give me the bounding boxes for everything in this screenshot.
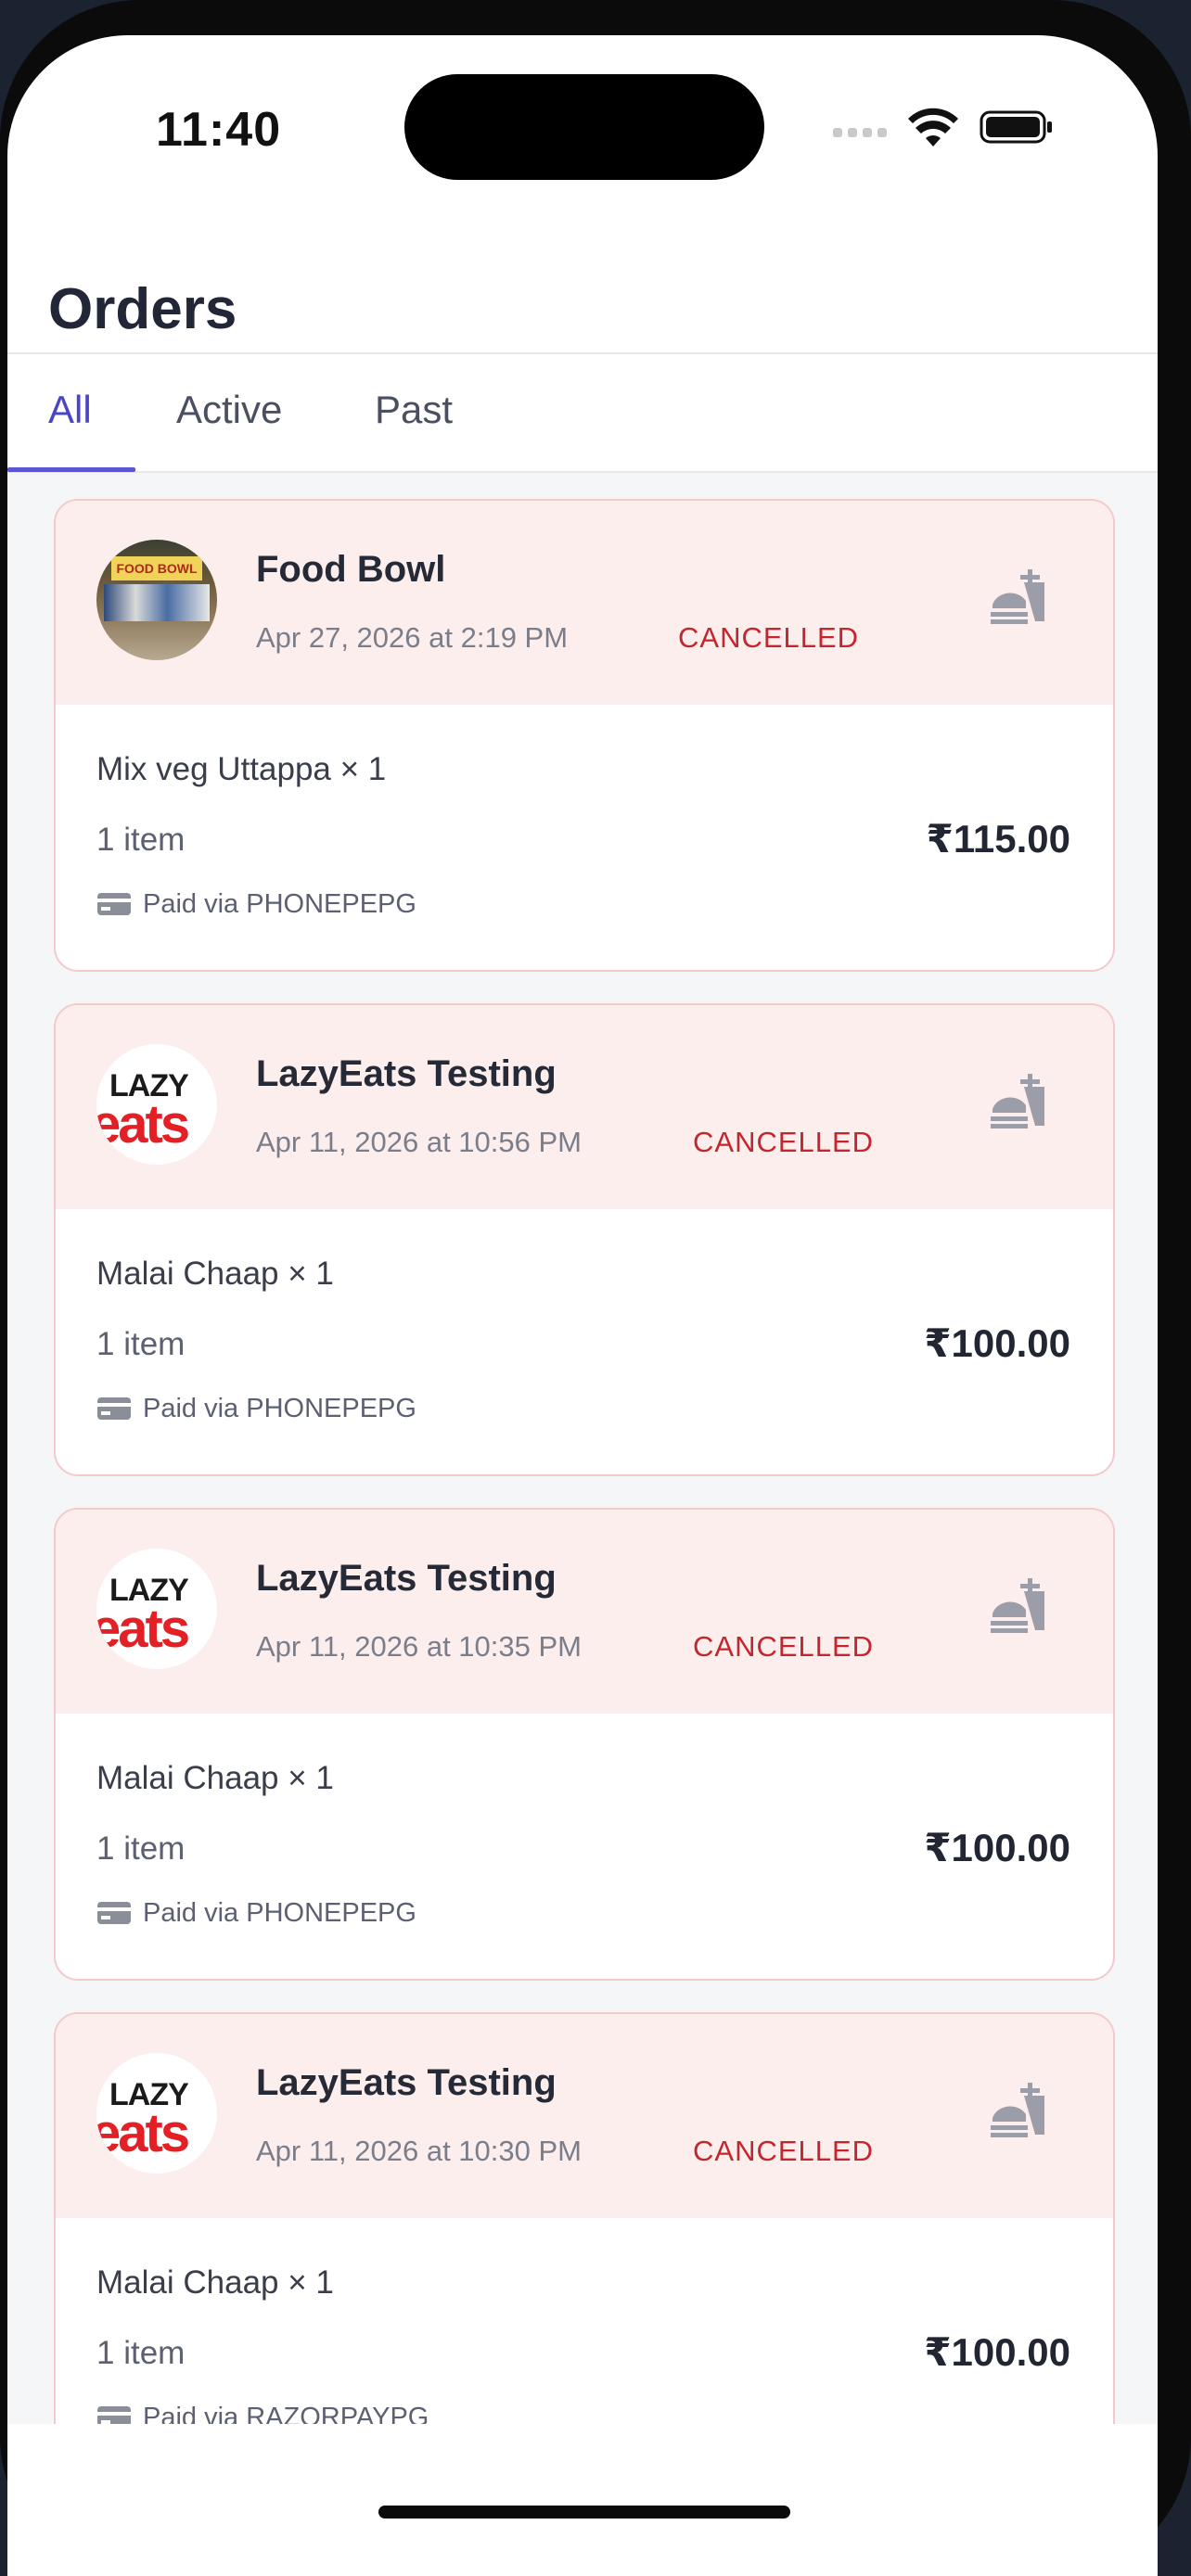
status-badge: CANCELLED [693,1126,875,1158]
order-item: Malai Chaap × 1 [96,1760,334,1796]
item-count: 1 item [96,2335,186,2371]
order-total: ₹100.00 [924,2330,1070,2374]
restaurant-logo: FOOD BOWL [96,540,217,660]
restaurant-logo: LAZY eats [96,2053,217,2174]
home-indicator[interactable] [378,2506,790,2519]
status-bar: 11:40 [7,35,1158,193]
tab-past[interactable]: Past [375,388,453,432]
serving-cloche-icon [991,1578,1044,1633]
order-date: Apr 11, 2026 at 10:35 PM [256,1630,582,1663]
restaurant-name: Food Bowl [256,549,446,590]
status-badge: CANCELLED [678,621,860,654]
status-badge: CANCELLED [693,2135,875,2167]
dynamic-island [404,74,764,180]
order-card-header: LAZY eats LazyEats Testing Apr 11, 2026 … [56,1510,1113,1714]
credit-card-icon [97,1397,131,1421]
payment-method: Paid via PHONEPEPG [96,1897,416,1929]
restaurant-name: LazyEats Testing [256,2062,557,2103]
page-header: Orders [7,193,1158,354]
order-card-header: LAZY eats LazyEats Testing Apr 11, 2026 … [56,1005,1113,1209]
tab-indicator [7,467,135,472]
order-item: Mix veg Uttappa × 1 [96,751,387,787]
order-date: Apr 27, 2026 at 2:19 PM [256,621,569,654]
tab-active[interactable]: Active [176,388,282,432]
order-card[interactable]: FOOD BOWL Food Bowl Apr 27, 2026 at 2:19… [54,499,1115,972]
order-card[interactable]: LAZY eats LazyEats Testing Apr 11, 2026 … [54,2012,1115,2459]
order-total: ₹100.00 [924,1826,1070,1869]
order-item: Malai Chaap × 1 [96,2264,334,2301]
order-card[interactable]: LAZY eats LazyEats Testing Apr 11, 2026 … [54,1003,1115,1476]
cellular-signal-icon [833,128,887,137]
order-date: Apr 11, 2026 at 10:30 PM [256,2135,582,2167]
restaurant-name: LazyEats Testing [256,1053,557,1094]
page-title: Orders [48,277,237,341]
item-count: 1 item [96,822,186,858]
serving-cloche-icon [991,2083,1044,2137]
payment-method: Paid via PHONEPEPG [96,888,416,920]
serving-cloche-icon [991,1074,1044,1129]
battery-icon [980,110,1052,144]
restaurant-logo: LAZY eats [96,1549,217,1669]
order-card[interactable]: LAZY eats LazyEats Testing Apr 11, 2026 … [54,1508,1115,1981]
app-screen: 11:40 Orders All Active Past FOOD BOWL F… [7,35,1158,2569]
restaurant-logo: LAZY eats [96,1044,217,1165]
order-total: ₹100.00 [924,1321,1070,1365]
order-card-header: FOOD BOWL Food Bowl Apr 27, 2026 at 2:19… [56,501,1113,705]
screen-bottom-area [7,2424,1158,2576]
credit-card-icon [97,893,131,916]
orders-list[interactable]: FOOD BOWL Food Bowl Apr 27, 2026 at 2:19… [7,473,1158,2459]
serving-cloche-icon [991,569,1044,624]
order-item: Malai Chaap × 1 [96,1256,334,1292]
status-badge: CANCELLED [693,1630,875,1663]
order-tabs: All Active Past [7,354,1158,473]
payment-method: Paid via PHONEPEPG [96,1393,416,1424]
restaurant-name: LazyEats Testing [256,1558,557,1599]
credit-card-icon [97,1902,131,1925]
status-time: 11:40 [156,103,282,157]
order-total: ₹115.00 [926,817,1070,861]
tab-all[interactable]: All [48,388,92,432]
item-count: 1 item [96,1830,186,1867]
wifi-icon [908,108,958,147]
item-count: 1 item [96,1326,186,1362]
order-card-header: LAZY eats LazyEats Testing Apr 11, 2026 … [56,2014,1113,2218]
order-date: Apr 11, 2026 at 10:56 PM [256,1126,582,1158]
